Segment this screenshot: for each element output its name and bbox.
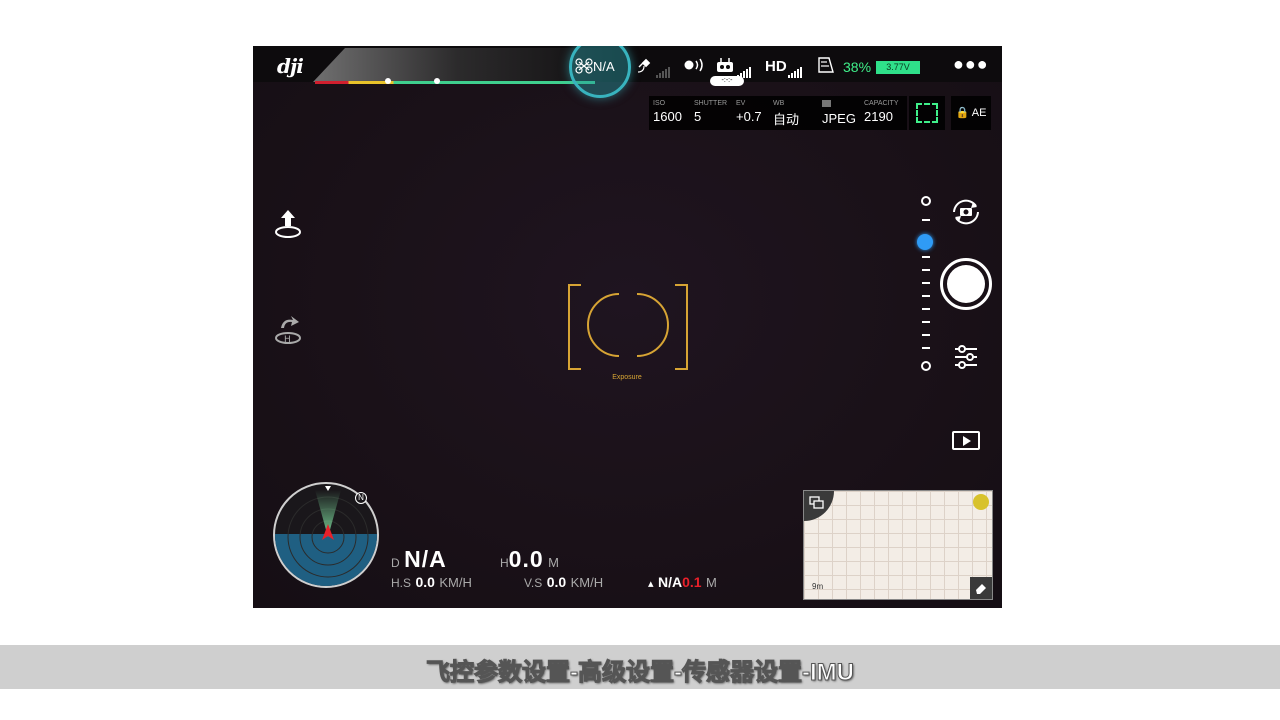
slider-tick: [922, 321, 930, 323]
north-indicator: N: [355, 492, 367, 504]
obstacle-sensing-icon[interactable]: [683, 58, 705, 72]
iso-setting[interactable]: ISO 1600: [653, 100, 682, 124]
lock-icon: 🔒: [955, 107, 970, 119]
camera-settings-sliders-icon[interactable]: [953, 344, 979, 370]
gps-signal-bars: [656, 60, 671, 78]
rc-status-pill: -:-:-: [710, 76, 744, 86]
camera-switch-icon[interactable]: [949, 198, 983, 226]
slider-knob[interactable]: [917, 234, 933, 250]
hd-video-label[interactable]: HD: [765, 58, 787, 75]
playback-icon[interactable]: [952, 431, 980, 450]
ae-lock-button[interactable]: 🔒 AE: [951, 96, 991, 130]
slider-tick: [922, 219, 930, 221]
slider-tick: [922, 295, 930, 297]
mini-map[interactable]: 9m: [803, 490, 993, 600]
track-marker: [385, 78, 391, 84]
shutter-setting[interactable]: SHUTTER 5: [694, 100, 727, 124]
slider-tick: [922, 334, 930, 336]
format-setting[interactable]: JPEG: [822, 100, 856, 126]
slider-end-top: [921, 196, 931, 206]
eraser-icon: [976, 584, 986, 594]
exposure-label: Exposure: [612, 374, 642, 381]
map-clear-path-icon[interactable]: [970, 577, 992, 599]
horizontal-speed-readout: H.S 0.0 KM/H: [391, 574, 472, 590]
battery-voltage: 3.77V: [876, 61, 920, 74]
slider-tick: [922, 269, 930, 271]
map-layers-icon: [809, 496, 824, 509]
vertical-speed-readout: V.S 0.0 KM/H: [524, 574, 604, 590]
battery-status-icon[interactable]: [817, 57, 835, 74]
exposure-metering-frame[interactable]: [567, 284, 689, 370]
track-marker: [434, 78, 440, 84]
height-readout: H0.0 M: [500, 546, 559, 572]
shutter-button[interactable]: [940, 258, 992, 310]
grid-icon: [916, 103, 938, 123]
slider-tick: [922, 347, 930, 349]
video-signal-bars: [788, 60, 803, 78]
return-home-icon[interactable]: H: [273, 314, 303, 348]
dji-logo[interactable]: dji: [277, 54, 304, 78]
map-expand-icon[interactable]: [804, 491, 834, 521]
gimbal-pitch-slider[interactable]: [917, 196, 933, 371]
video-subtitle: 飞控参数设置-高级设置-传感器设置-IMU: [426, 659, 855, 687]
slider-end-bottom: [921, 361, 931, 371]
slider-tick: [922, 256, 930, 258]
camera-settings-panel[interactable]: ISO 1600 SHUTTER 5 EV +0.7 WB 自动 JPEG CA…: [649, 96, 907, 130]
distance-readout: D N/A: [391, 546, 447, 572]
capacity-readout: CAPACITY 2190: [864, 100, 899, 124]
aircraft-icon: [575, 58, 593, 74]
more-dots-icon[interactable]: ●●●: [953, 54, 989, 75]
map-lock-icon[interactable]: [973, 494, 989, 510]
vps-icon: ▴: [648, 578, 654, 590]
map-scale: 9m: [812, 582, 824, 591]
slider-tick: [922, 308, 930, 310]
wb-setting[interactable]: WB 自动: [773, 100, 799, 128]
ev-setting[interactable]: EV +0.7: [736, 100, 762, 124]
takeoff-icon[interactable]: [273, 206, 303, 240]
svg-text:H: H: [284, 335, 291, 345]
grid-toggle-button[interactable]: [909, 96, 945, 130]
gps-signal-track: [315, 81, 595, 84]
shutter-core: [947, 265, 985, 303]
slider-tick: [922, 282, 930, 284]
flight-mode-label: N/A: [593, 59, 615, 74]
satellite-icon[interactable]: [637, 58, 655, 74]
battery-percentage: 38%: [843, 59, 872, 75]
vps-height-readout: ▴ N/A0.1 M: [648, 574, 717, 590]
dji-go-camera-view: dji N/A -:-:- HD 38% 3.77V ●●● ISO 1600 …: [253, 46, 1002, 608]
ae-label: AE: [971, 107, 987, 119]
remote-controller-icon[interactable]: [716, 57, 734, 73]
